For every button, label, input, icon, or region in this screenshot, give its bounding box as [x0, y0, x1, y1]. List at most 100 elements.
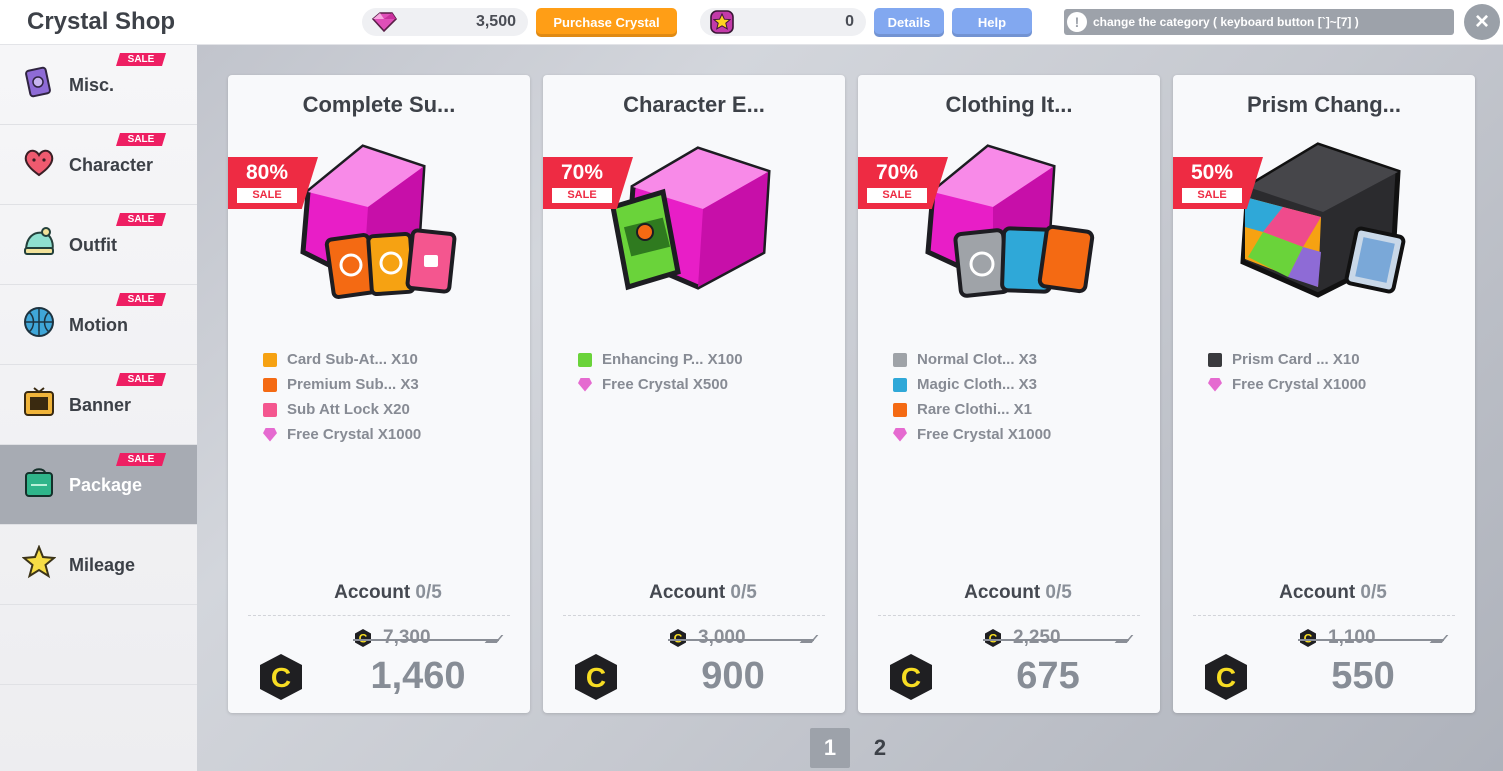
account-count: 0/5 [1045, 582, 1072, 603]
account-limit: Account 0/5 [1173, 582, 1493, 604]
sale-price: 550 [1331, 655, 1395, 697]
coin-icon: C [575, 654, 617, 700]
sidebar-item-label: Misc. [69, 75, 115, 95]
sidebar-item-label: Mileage [69, 555, 136, 575]
coin-icon: C [355, 629, 371, 647]
package-title: Character E... [623, 92, 765, 117]
page-button-1[interactable]: 1 [810, 728, 850, 768]
sidebar-item-motion[interactable]: Motion SALE [0, 285, 197, 365]
crystal-icon [893, 427, 907, 442]
package-card[interactable]: Prism Chang... 50% SALE Prism Card ... X… [1173, 75, 1475, 713]
star-balance-value: 0 [845, 13, 854, 30]
package-title: Complete Su... [302, 92, 456, 117]
normal-clothing-card-icon [893, 352, 907, 367]
sidebar-item-character[interactable]: Character SALE [0, 125, 197, 205]
help-button[interactable]: Help [952, 8, 1032, 37]
account-limit: Account 0/5 [228, 582, 548, 604]
category-hint-banner: ! change the category ( keyboard button … [1064, 9, 1454, 35]
coin-icon: C [1300, 629, 1316, 647]
magic-clothing-card-icon [893, 377, 907, 392]
divider [248, 615, 510, 616]
strike-arrow-icon [1114, 635, 1134, 643]
info-icon: ! [1067, 12, 1087, 32]
item-label: Rare Clothi... X1 [917, 401, 1033, 418]
item-label: Free Crystal X500 [602, 376, 728, 393]
details-button[interactable]: Details [874, 8, 944, 37]
strikethrough-line [668, 639, 814, 641]
package-card[interactable]: Complete Su... 80% SALE Card Sub-At... X… [228, 75, 530, 713]
star-badge-icon [710, 10, 734, 34]
sidebar-item-label: Motion [69, 315, 128, 335]
sidebar-item-banner[interactable]: Banner SALE [0, 365, 197, 445]
discount-percent: 50% [1191, 161, 1234, 184]
card-icon [25, 66, 51, 98]
item-label: Free Crystal X1000 [917, 426, 1052, 443]
purchase-crystal-button[interactable]: Purchase Crystal [536, 8, 677, 37]
sale-badge: SALE [116, 293, 166, 306]
sale-badge: SALE [116, 213, 166, 226]
sidebar-item-misc[interactable]: Misc. SALE [0, 45, 197, 125]
discount-percent: 70% [876, 161, 919, 184]
svg-text:C: C [586, 662, 606, 693]
sidebar-item-mileage[interactable]: Mileage [0, 525, 197, 605]
discount-percent: 80% [246, 161, 289, 184]
package-title: Prism Chang... [1246, 92, 1402, 117]
crystal-icon [578, 377, 592, 392]
item-label: Free Crystal X1000 [1232, 376, 1367, 393]
original-price-value: 2,250 [1013, 627, 1061, 648]
divider [878, 615, 1140, 616]
premium-card-icon [263, 377, 277, 392]
list-item: Rare Clothi... X1 [893, 397, 1051, 422]
coin-icon: C [890, 654, 932, 700]
list-item: Magic Cloth... X3 [893, 372, 1051, 397]
list-item: Prism Card ... X10 [1208, 347, 1366, 372]
discount-sale-label: SALE [1182, 188, 1242, 203]
sale-badge: SALE [116, 133, 166, 146]
list-item: Free Crystal X1000 [263, 422, 421, 447]
page-title: Crystal Shop [27, 8, 176, 35]
crystal-balance-value: 3,500 [475, 13, 516, 30]
item-label: Prism Card ... X10 [1232, 351, 1360, 368]
list-item: Sub Att Lock X20 [263, 397, 421, 422]
discount-percent: 70% [561, 161, 604, 184]
list-item: Enhancing P... X100 [578, 347, 743, 372]
item-label: Sub Att Lock X20 [287, 401, 410, 418]
strikethrough-line [983, 639, 1129, 641]
enhancing-pack-icon [578, 352, 592, 367]
list-item: Normal Clot... X3 [893, 347, 1051, 372]
divider [563, 615, 825, 616]
discount-sale-label: SALE [867, 188, 927, 203]
item-label: Normal Clot... X3 [917, 351, 1038, 368]
beanie-icon [24, 227, 54, 255]
package-title: Clothing It... [945, 92, 1073, 117]
divider [1193, 615, 1455, 616]
bag-icon [25, 468, 53, 497]
sub-att-card-icon [263, 352, 277, 367]
svg-text:C: C [901, 662, 921, 693]
account-count: 0/5 [415, 582, 442, 603]
crystal-icon [263, 427, 277, 442]
sale-price: 900 [701, 655, 765, 697]
account-label: Account [334, 582, 411, 603]
banner-icon [24, 387, 54, 416]
sidebar-item-package[interactable]: Package SALE [0, 445, 197, 525]
sale-badge: SALE [116, 373, 166, 386]
discount-sale-label: SALE [237, 188, 297, 203]
strike-arrow-icon [799, 635, 819, 643]
coin-icon: C [260, 654, 302, 700]
coin-icon: C [670, 629, 686, 647]
sidebar-item-outfit[interactable]: Outfit SALE [0, 205, 197, 285]
category-sidebar: Misc. SALE Character SALE Outfit SALE Mo… [0, 45, 197, 771]
account-limit: Account 0/5 [858, 582, 1178, 604]
page-button-2[interactable]: 2 [860, 728, 900, 768]
package-card[interactable]: Character E... 70% SALE Enhancing P... X… [543, 75, 845, 713]
sale-price: 675 [1016, 655, 1080, 697]
package-contents: Enhancing P... X100 Free Crystal X500 [578, 347, 743, 397]
strike-arrow-icon [484, 635, 504, 643]
package-card[interactable]: Clothing It... 70% SALE Normal Clot... X… [858, 75, 1160, 713]
rare-clothing-card-icon [893, 402, 907, 417]
account-count: 0/5 [1360, 582, 1387, 603]
lock-card-icon [263, 402, 277, 417]
coin-icon: C [985, 629, 1001, 647]
close-button[interactable]: × [1464, 4, 1500, 40]
